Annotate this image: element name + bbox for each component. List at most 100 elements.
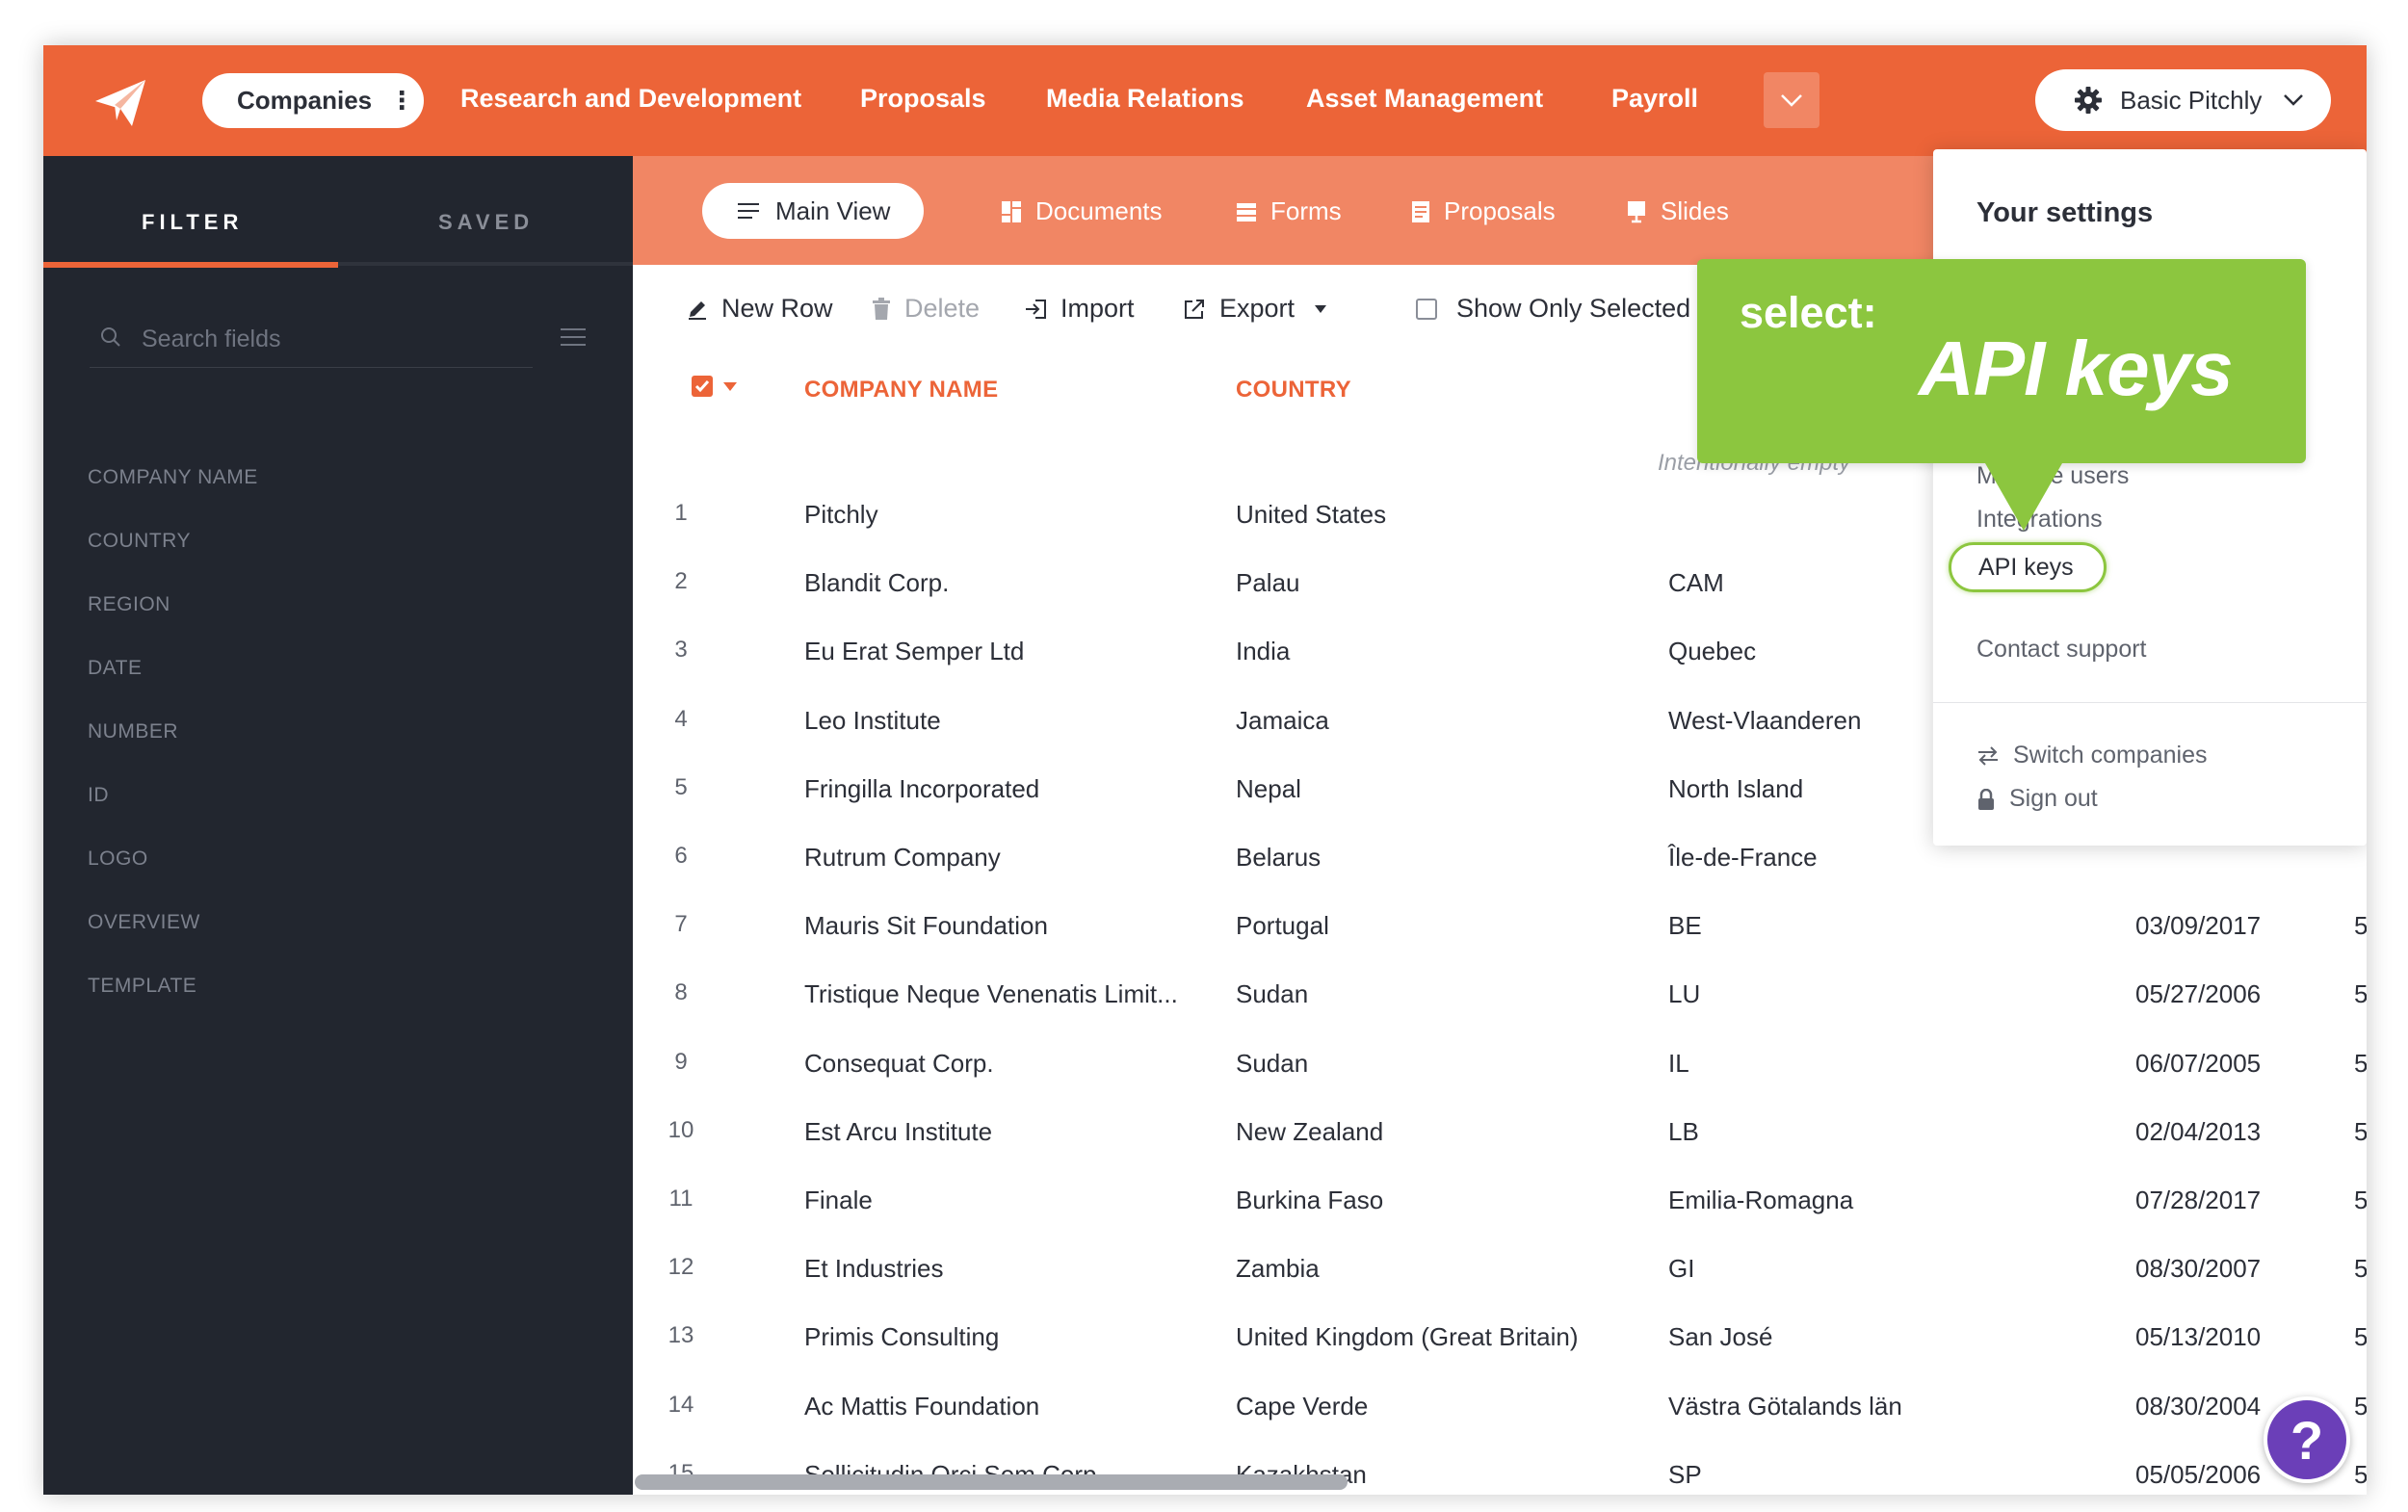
table-row[interactable]: 10 Est Arcu Institute New Zealand LB 02/04/2… [633, 1117, 2367, 1186]
table-row[interactable]: 6 Rutrum Company Belarus Île-de-France [633, 843, 2367, 912]
country-cell[interactable]: Belarus [1236, 843, 1321, 873]
workspace-selector[interactable]: Companies ⋮ [202, 73, 424, 128]
menu-icon[interactable] [559, 326, 588, 349]
column-header-company-name[interactable]: COMPANY NAME [804, 377, 998, 404]
export-button[interactable]: Export [1183, 294, 1341, 324]
table-row[interactable]: 9 Consequat Corp. Sudan IL 06/07/2005 5737 [633, 1049, 2367, 1118]
date-cell[interactable]: 08/30/2007 [2135, 1254, 2261, 1284]
country-cell[interactable]: Palau [1236, 568, 1300, 598]
table-row[interactable]: 11 Finale Burkina Faso Emilia-Romagna 07/28/… [633, 1186, 2367, 1255]
menu-item-switch-companies[interactable]: Switch companies [1976, 742, 2207, 769]
menu-item-sign-out[interactable]: Sign out [1976, 785, 2098, 813]
id-cell[interactable]: 5732 [2354, 1392, 2367, 1421]
id-cell[interactable]: 5731 [2354, 1460, 2367, 1490]
field-country[interactable]: COUNTRY [88, 530, 191, 553]
region-cell[interactable]: IL [1668, 1049, 1689, 1079]
table-row[interactable]: 12 Et Industries Zambia GI 08/30/2007 5734 [633, 1254, 2367, 1323]
table-row[interactable]: 7 Mauris Sit Foundation Portugal BE 03/09/20… [633, 911, 2367, 980]
account-menu-button[interactable]: Basic Pitchly [2035, 69, 2331, 131]
region-cell[interactable]: North Island [1668, 774, 1803, 804]
new-row-button[interactable]: New Row [687, 294, 833, 324]
country-cell[interactable]: Portugal [1236, 911, 1329, 941]
field-company-name[interactable]: COMPANY NAME [88, 466, 258, 489]
company-name-cell[interactable]: Primis Consulting [804, 1322, 999, 1352]
nav-tab-payroll[interactable]: Payroll [1611, 84, 1698, 114]
company-name-cell[interactable]: Finale [804, 1186, 873, 1215]
company-name-cell[interactable]: Mauris Sit Foundation [804, 911, 1048, 941]
company-name-cell[interactable]: Et Industries [804, 1254, 944, 1284]
region-cell[interactable]: Quebec [1668, 637, 1756, 666]
id-cell[interactable]: 5738 [2354, 979, 2367, 1009]
region-cell[interactable]: GI [1668, 1254, 1694, 1284]
country-cell[interactable]: United States [1236, 500, 1386, 530]
company-name-cell[interactable]: Rutrum Company [804, 843, 1001, 873]
nav-tab-research[interactable]: Research and Development [460, 84, 801, 114]
menu-item-api-keys[interactable]: API keys [1949, 542, 2107, 592]
delete-button[interactable]: Delete [872, 294, 980, 324]
field-template[interactable]: TEMPLATE [88, 975, 196, 998]
company-name-cell[interactable]: Tristique Neque Venenatis Limit... [804, 979, 1178, 1009]
country-cell[interactable]: Zambia [1236, 1254, 1320, 1284]
tab-forms[interactable]: Forms [1236, 196, 1342, 226]
id-cell[interactable]: 5734 [2354, 1254, 2367, 1284]
nav-tab-asset-management[interactable]: Asset Management [1306, 84, 1543, 114]
region-cell[interactable]: West-Vlaanderen [1668, 706, 1861, 736]
company-name-cell[interactable]: Ac Mattis Foundation [804, 1392, 1039, 1421]
country-cell[interactable]: New Zealand [1236, 1117, 1383, 1147]
tab-filter[interactable]: FILTER [142, 210, 243, 235]
kebab-menu-icon[interactable]: ⋮ [389, 86, 414, 116]
company-name-cell[interactable]: Blandit Corp. [804, 568, 949, 598]
company-name-cell[interactable]: Leo Institute [804, 706, 941, 736]
company-name-cell[interactable]: Pitchly [804, 500, 878, 530]
region-cell[interactable]: SP [1668, 1460, 1702, 1490]
table-row[interactable]: 13 Primis Consulting United Kingdom (Great… [633, 1322, 2367, 1392]
tab-slides[interactable]: Slides [1626, 196, 1729, 226]
date-cell[interactable]: 07/28/2017 [2135, 1186, 2261, 1215]
date-cell[interactable]: 05/05/2006 [2135, 1460, 2261, 1490]
field-overview[interactable]: OVERVIEW [88, 911, 200, 934]
horizontal-scrollbar[interactable] [635, 1474, 1348, 1490]
field-region[interactable]: REGION [88, 593, 170, 616]
company-name-cell[interactable]: Fringilla Incorporated [804, 774, 1039, 804]
nav-tab-proposals[interactable]: Proposals [860, 84, 986, 114]
id-cell[interactable]: 5739 [2354, 911, 2367, 941]
region-cell[interactable]: LB [1668, 1117, 1699, 1147]
company-name-cell[interactable]: Eu Erat Semper Ltd [804, 637, 1024, 666]
tab-main-view[interactable]: Main View [702, 183, 924, 239]
menu-item-contact-support[interactable]: Contact support [1976, 636, 2147, 664]
show-only-selected-toggle[interactable]: Show Only Selected [1416, 294, 1690, 324]
column-header-country[interactable]: COUNTRY [1236, 377, 1351, 404]
country-cell[interactable]: Jamaica [1236, 706, 1329, 736]
company-name-cell[interactable]: Est Arcu Institute [804, 1117, 992, 1147]
date-cell[interactable]: 08/30/2004 [2135, 1392, 2261, 1421]
field-id[interactable]: ID [88, 784, 109, 807]
region-cell[interactable]: San José [1668, 1322, 1772, 1352]
table-row[interactable]: 8 Tristique Neque Venenatis Limit... Sudan… [633, 979, 2367, 1049]
country-cell[interactable]: Burkina Faso [1236, 1186, 1383, 1215]
country-cell[interactable]: United Kingdom (Great Britain) [1236, 1322, 1578, 1352]
table-row[interactable]: 14 Ac Mattis Foundation Cape Verde Västra G… [633, 1392, 2367, 1461]
region-cell[interactable]: Île-de-France [1668, 843, 1818, 873]
id-cell[interactable]: 5737 [2354, 1049, 2367, 1079]
show-only-selected-checkbox[interactable] [1416, 298, 1437, 320]
region-cell[interactable]: Västra Götalands län [1668, 1392, 1902, 1421]
region-cell[interactable]: Emilia-Romagna [1668, 1186, 1853, 1215]
select-all-checkbox[interactable] [692, 376, 713, 397]
id-cell[interactable]: 5733 [2354, 1322, 2367, 1352]
field-number[interactable]: NUMBER [88, 720, 178, 743]
country-cell[interactable]: Sudan [1236, 1049, 1308, 1079]
country-cell[interactable]: Sudan [1236, 979, 1308, 1009]
help-button[interactable]: ? [2264, 1396, 2350, 1483]
more-tabs-button[interactable] [1764, 72, 1819, 128]
tab-documents[interactable]: Documents [1001, 196, 1163, 226]
nav-tab-media-relations[interactable]: Media Relations [1046, 84, 1244, 114]
paper-plane-icon[interactable] [92, 74, 149, 132]
import-button[interactable]: Import [1024, 294, 1135, 324]
region-cell[interactable]: CAM [1668, 568, 1724, 598]
date-cell[interactable]: 06/07/2005 [2135, 1049, 2261, 1079]
country-cell[interactable]: India [1236, 637, 1290, 666]
search-fields-input[interactable]: Search fields [90, 308, 533, 368]
id-cell[interactable]: 5736 [2354, 1117, 2367, 1147]
company-name-cell[interactable]: Consequat Corp. [804, 1049, 994, 1079]
date-cell[interactable]: 03/09/2017 [2135, 911, 2261, 941]
